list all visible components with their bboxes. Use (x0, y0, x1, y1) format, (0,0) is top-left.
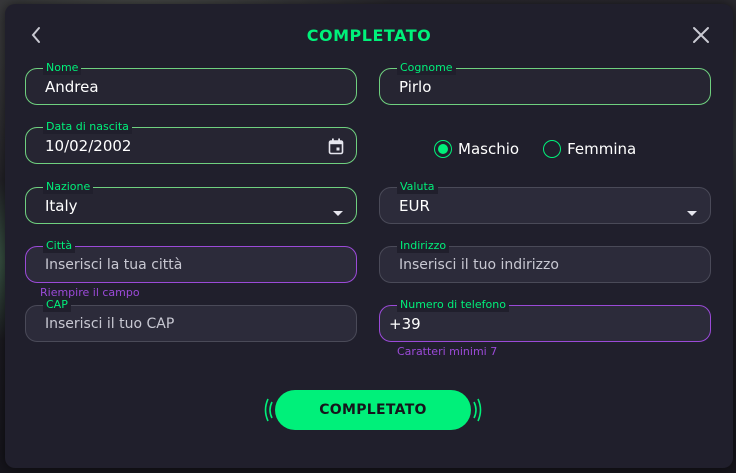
cap-field[interactable]: CAP Inserisci il tuo CAP (25, 298, 357, 342)
citta-label: Città (43, 239, 76, 253)
citta-field[interactable]: Città Inserisci la tua città (25, 239, 357, 283)
cap-placeholder: Inserisci il tuo CAP (45, 316, 175, 332)
glow-right-icon (473, 398, 482, 422)
cap-label: CAP (43, 298, 71, 312)
telefono-field[interactable]: Numero di telefono +39 (379, 298, 711, 342)
data-nascita-label: Data di nascita (43, 120, 132, 134)
indirizzo-placeholder: Inserisci il tuo indirizzo (399, 257, 559, 273)
dropdown-caret-icon (686, 202, 698, 221)
page-title: COMPLETATO (306, 26, 432, 45)
nome-field[interactable]: Nome Andrea (25, 61, 357, 105)
valuta-label: Valuta (397, 180, 438, 194)
nazione-label: Nazione (43, 180, 94, 194)
cognome-field[interactable]: Cognome Pirlo (379, 61, 711, 105)
nome-value: Andrea (45, 78, 99, 96)
telefono-label: Numero di telefono (397, 298, 509, 312)
nazione-value: Italy (45, 197, 78, 215)
nome-label: Nome (43, 61, 82, 75)
close-icon (693, 27, 709, 43)
radio-maschio-circle (434, 140, 452, 158)
cognome-label: Cognome (397, 61, 456, 75)
indirizzo-field[interactable]: Indirizzo Inserisci il tuo indirizzo (379, 239, 711, 283)
valuta-select[interactable]: Valuta EUR (379, 180, 711, 224)
telefono-value: +39 (389, 315, 421, 333)
radio-femmina-label: Femmina (567, 140, 637, 158)
completato-button[interactable]: COMPLETATO (275, 390, 471, 430)
radio-maschio[interactable]: Maschio (434, 140, 519, 158)
data-nascita-field[interactable]: Data di nascita 10/02/2002 (25, 120, 357, 164)
telefono-error-text: Caratteri minimi 7 (397, 345, 498, 358)
indirizzo-label: Indirizzo (397, 239, 450, 253)
nazione-select[interactable]: Nazione Italy (25, 180, 357, 224)
cognome-value: Pirlo (399, 78, 432, 96)
calendar-icon[interactable] (328, 138, 344, 159)
submit-button-wrap: COMPLETATO (264, 390, 482, 430)
radio-selected-dot (438, 144, 448, 154)
citta-placeholder: Inserisci la tua città (45, 257, 183, 273)
radio-maschio-label: Maschio (458, 140, 520, 158)
close-button[interactable] (687, 21, 715, 49)
data-nascita-value: 10/02/2002 (45, 137, 132, 155)
radio-femmina-circle (543, 140, 562, 158)
valuta-value: EUR (399, 197, 430, 215)
radio-femmina[interactable]: Femmina (543, 140, 636, 158)
gender-radio-group: Maschio Femmina (434, 140, 636, 158)
dropdown-caret-icon (332, 202, 344, 221)
registration-modal: COMPLETATO Nome Andrea Cognome Pirlo Dat… (5, 4, 733, 468)
